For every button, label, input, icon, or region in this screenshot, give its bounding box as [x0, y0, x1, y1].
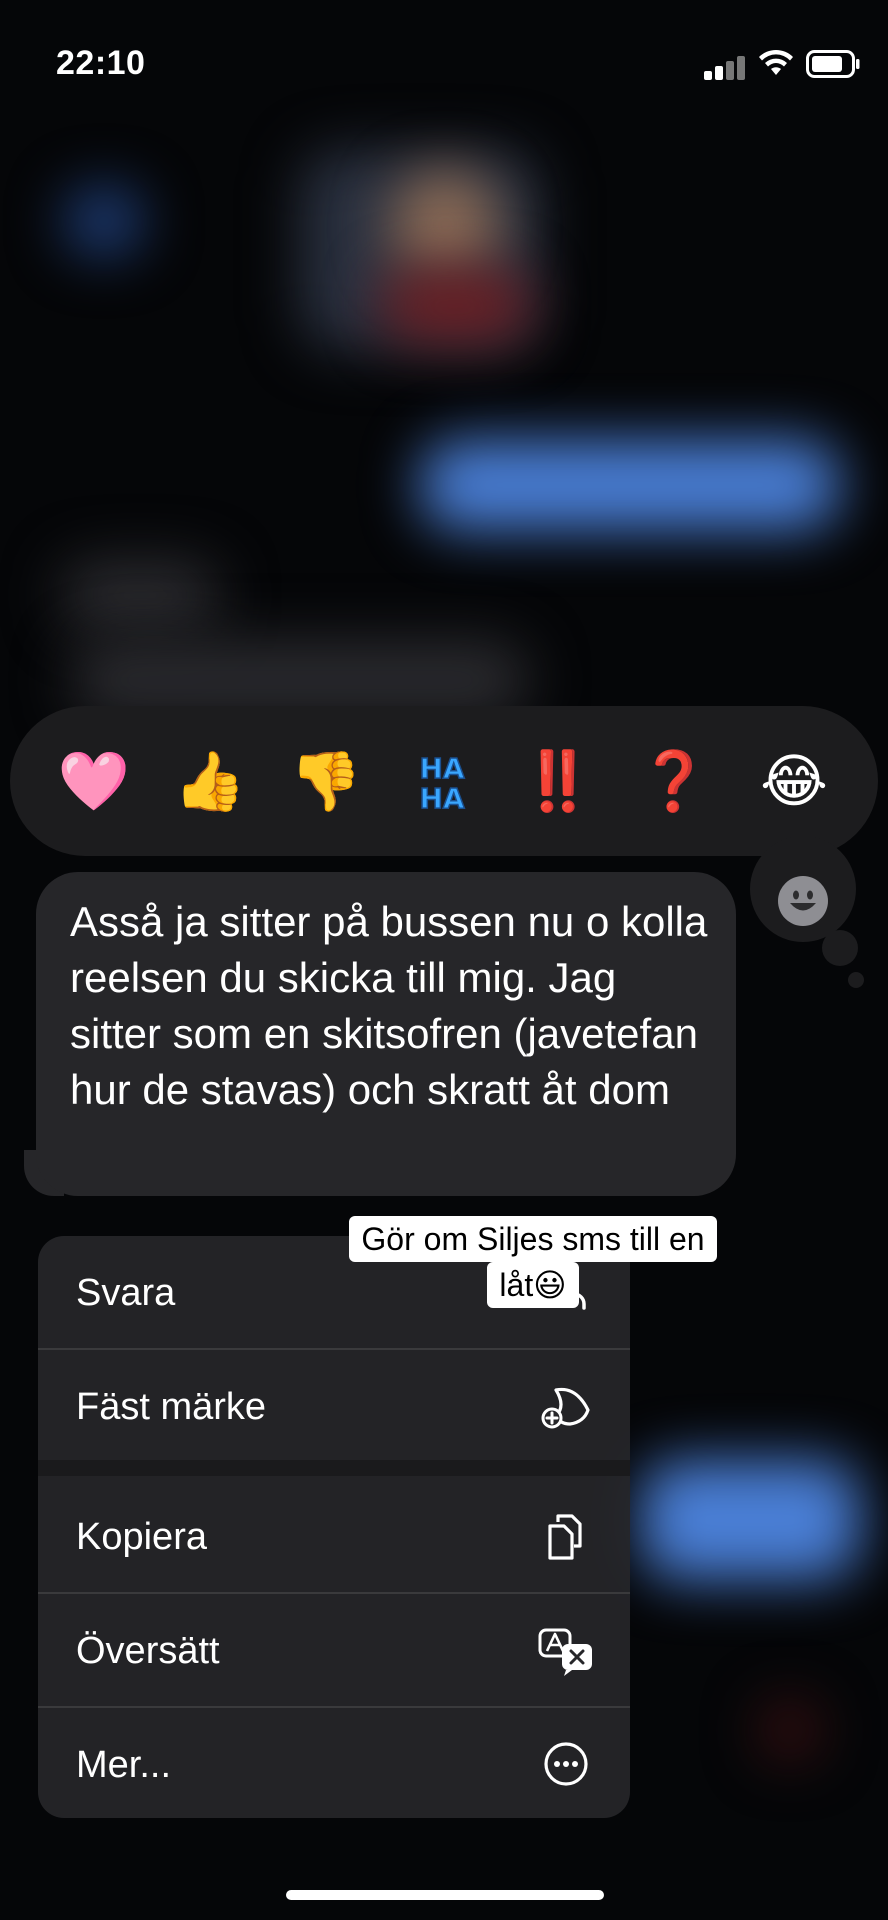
tapback-reaction-bar: 🩷 👍 👎 HA HA ‼️ ❓ 😂	[10, 706, 878, 856]
menu-item-label: Kopiera	[76, 1516, 207, 1558]
bubble-dot	[848, 972, 864, 988]
more-icon	[544, 1742, 588, 1786]
menu-item-sticker[interactable]: Fäst märke	[38, 1350, 630, 1462]
laughing-reaction[interactable]: 😂	[758, 746, 830, 818]
haha-icon: HA HA	[419, 751, 466, 816]
menu-item-label: Svara	[76, 1272, 176, 1314]
battery-icon	[806, 50, 860, 78]
thumbs-down-reaction[interactable]: 👎	[290, 746, 362, 818]
menu-section-gap	[38, 1460, 630, 1476]
menu-item-more[interactable]: Mer...	[38, 1708, 630, 1818]
status-time: 22:10	[56, 44, 146, 82]
blurred-avatar-shirt	[380, 270, 530, 340]
blurred-received-bubble	[60, 560, 220, 630]
menu-item-copy[interactable]: Kopiera	[38, 1480, 630, 1592]
svg-text:HA: HA	[419, 782, 464, 815]
blurred-icon	[760, 1700, 820, 1760]
wifi-icon	[759, 49, 793, 75]
caption-line: Gör om Siljes sms till en	[349, 1216, 717, 1262]
cellular-signal-icon	[704, 52, 748, 80]
context-menu: Svara Fäst märke Kopiera Översätt Mer...	[38, 1236, 630, 1818]
menu-item-label: Fäst märke	[76, 1386, 267, 1428]
copy-icon	[548, 1514, 582, 1560]
exclamation-reaction[interactable]: ‼️	[522, 746, 594, 818]
sticker-add-icon	[541, 1387, 590, 1429]
haha-reaction[interactable]: HA HA	[406, 746, 478, 818]
status-bar: 22:10	[0, 0, 888, 120]
translate-icon	[538, 1628, 592, 1676]
blurred-sent-bubble	[640, 1460, 860, 1580]
home-indicator[interactable]	[286, 1890, 604, 1900]
video-caption: Gör om Siljes sms till en låt😃	[334, 1216, 732, 1308]
menu-item-label: Översätt	[76, 1630, 220, 1672]
blurred-back-button	[64, 186, 144, 256]
menu-item-translate[interactable]: Översätt	[38, 1594, 630, 1706]
message-text: Asså ja sitter på bussen nu o kolla reel…	[70, 898, 708, 1113]
svg-text:HA: HA	[419, 752, 464, 785]
blurred-sent-bubble	[420, 440, 840, 530]
question-reaction[interactable]: ❓	[638, 746, 710, 818]
heart-reaction[interactable]: 🩷	[58, 746, 130, 818]
bubble-dot	[822, 930, 858, 966]
blurred-avatar	[390, 170, 500, 280]
caption-line: låt😃	[487, 1262, 579, 1308]
menu-item-label: Mer...	[76, 1744, 172, 1786]
smiley-face-icon[interactable]	[778, 876, 828, 926]
thumbs-up-reaction[interactable]: 👍	[174, 746, 246, 818]
